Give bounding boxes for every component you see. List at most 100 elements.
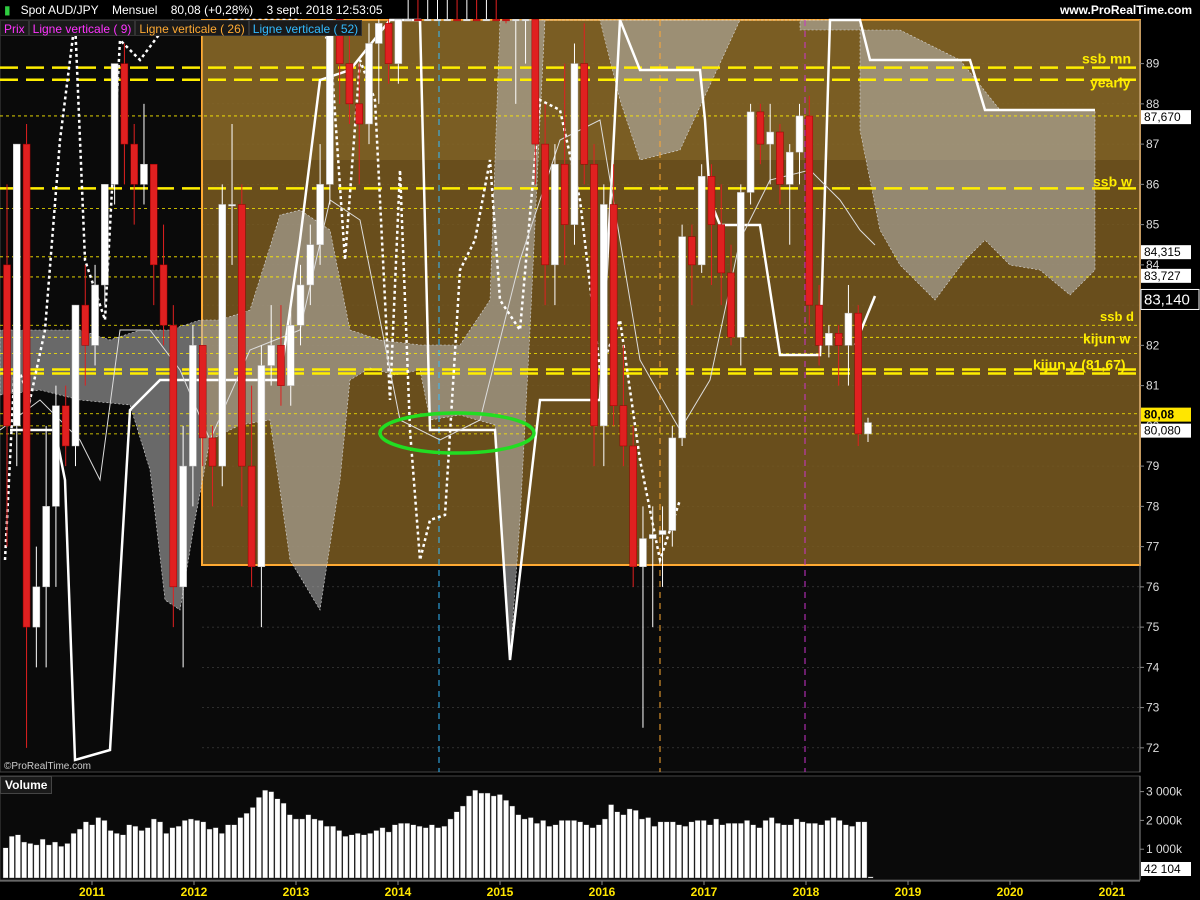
volume-bar [342,836,349,879]
candle-body [443,19,452,22]
candle-body [316,184,324,245]
candle-body [32,586,41,628]
candle-body [365,43,373,125]
volume-bar [416,825,423,879]
volume-bar [256,797,262,879]
volume-bar [330,825,336,879]
volume-bar [527,817,534,879]
volume-bar [750,824,757,879]
volume-bar [565,820,571,879]
volume-bar [398,823,404,879]
candle-body [502,19,510,22]
volume-bar [354,833,361,879]
volume-bar [107,830,114,879]
candle-body [717,224,725,274]
price-tick-label: 81 [1146,379,1160,393]
volume-bar [744,820,750,879]
time-tick-label: 2018 [793,885,820,899]
volume-bar [738,823,744,879]
price-label: 83,140 [1144,291,1190,308]
volume-tick-label: 1 000k [1146,842,1183,856]
volume-bar [200,821,207,879]
candle-body [551,163,559,266]
candle-body [286,324,295,386]
volume-bar [64,843,71,879]
volume-bar [219,833,225,879]
legend-vline-26[interactable]: Ligne verticale ( 26) [135,20,249,36]
volume-bar [620,814,627,879]
volume-bar [836,820,843,879]
candle-body [42,506,50,588]
price-label: 80,08 [1144,408,1174,422]
candle-body [110,63,119,185]
volume-bar [144,827,151,879]
candle-body [375,23,383,44]
price-tick-label: 76 [1146,580,1160,594]
volume-bar [194,820,200,879]
legend-prix[interactable]: Prix [0,20,29,36]
volume-bar [379,827,386,879]
time-tick-label: 2019 [895,885,922,899]
candle-body [61,405,70,447]
price-tick-label: 82 [1146,338,1160,352]
level-label: yearly [1090,75,1131,91]
candle-body [600,204,608,427]
legend-vline-52[interactable]: Ligne verticale ( 52) [248,20,363,36]
candle-body [384,23,393,64]
level-label: kijun w [1083,330,1131,346]
volume-bar [490,795,497,879]
volume-bar [670,821,676,879]
candle-body [414,19,422,22]
volume-bar [515,814,522,879]
volume-bar [138,830,145,879]
candle-body [71,304,80,447]
volume-bar [422,827,429,879]
volume-bar [373,830,380,879]
volume-bar [21,841,27,879]
volume-bar [867,876,874,879]
candle-body [13,143,21,427]
volume-bar [151,818,157,879]
price-label: 83,727 [1144,269,1181,283]
candle-body [785,151,794,185]
candle-body [169,324,178,588]
volume-bar [861,821,868,879]
level-label: kijun y (81,67) [1033,356,1126,372]
volume-bar [324,825,330,879]
time-tick-label: 2016 [589,885,616,899]
volume-bar [348,834,355,879]
price-tick-label: 77 [1146,540,1160,554]
volume-bar [317,820,324,879]
time-tick-label: 2017 [691,885,718,899]
price-chart[interactable]: 72737475767778798081828384858687888987,6… [0,0,1200,900]
candle-body [482,19,491,22]
volume-bar [392,824,398,879]
volume-bar [806,823,812,879]
candle-body [345,63,354,105]
candle-body [697,176,706,266]
candle-body [512,19,520,22]
volume-bar [626,808,633,879]
volume-bar [435,827,441,879]
volume-bar [497,794,503,879]
volume-bar [126,824,132,879]
candle-body [629,445,637,567]
volume-tick-label: 2 000k [1146,813,1183,827]
volume-bar [132,825,139,879]
candle-body [159,264,168,326]
volume-bar [682,825,689,879]
candle-body [492,19,500,22]
candle-body [423,19,432,22]
price-tick-label: 86 [1146,177,1160,191]
legend-vline-9[interactable]: Ligne verticale ( 9) [28,20,136,36]
candle-body [257,365,266,567]
candle-body [238,204,246,467]
volume-bar [552,824,559,879]
candle-body [228,204,236,207]
volume-bar [114,833,120,879]
volume-bar [799,821,806,879]
candle-body [189,345,197,467]
volume-bar [101,820,108,879]
volume-bar [231,824,238,879]
candle-body [825,333,833,346]
